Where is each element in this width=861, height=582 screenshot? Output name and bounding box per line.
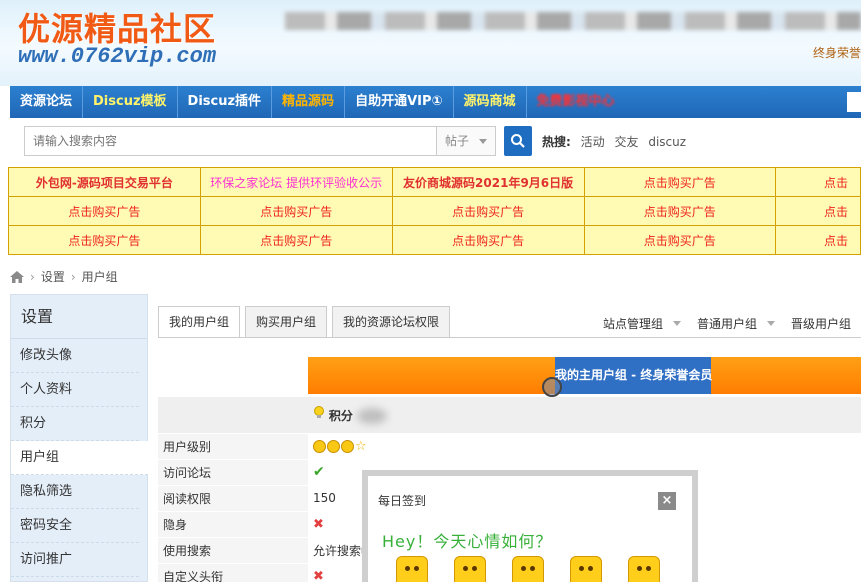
perm-label: 隐身 (158, 511, 308, 538)
sidebar-item-privacy[interactable]: 隐私筛选 (11, 475, 139, 509)
filter-upgrade-group[interactable]: 晋级用户组 (791, 315, 861, 332)
dialog-body: 每日签到 × Hey！今天心情如何？ (368, 476, 692, 582)
tab-my-usergroup[interactable]: 我的用户组 (158, 306, 241, 338)
filter-admin-group[interactable]: 站点管理组 (603, 315, 681, 332)
search-bar: 帖子 热搜: 活动 交友 discuz (10, 118, 861, 166)
dialog-greeting: Hey！今天心情如何？ (382, 532, 553, 551)
dialog-title: 每日签到 (378, 494, 427, 508)
hot-search: 热搜: 活动 交友 discuz (542, 133, 686, 150)
top-banner-blurred (285, 12, 861, 30)
top-right-text: 终身荣誉 (812, 46, 861, 60)
hot-term[interactable]: discuz (648, 135, 686, 149)
perm-label: 阅读权限 (158, 485, 308, 512)
ad-cell[interactable]: 环保之家论坛 提供环评验收公示 (199, 167, 393, 197)
check-icon: ✔ (313, 464, 325, 480)
breadcrumb: › 设置 › 用户组 (10, 268, 118, 285)
hot-search-label: 热搜: (542, 135, 571, 149)
breadcrumb-item: 用户组 (81, 270, 118, 284)
ad-cell[interactable]: 点击购买广告 (583, 196, 777, 226)
mood-angry-icon[interactable] (628, 556, 660, 582)
points-value-blurred (356, 408, 387, 424)
ad-cell[interactable]: 点击购买广告 (8, 196, 201, 226)
nav-item-discuz-plugins[interactable]: Discuz插件 (178, 86, 273, 118)
ad-cell[interactable]: 点击购买广告 (391, 196, 585, 226)
ad-cell[interactable]: 点击购买广告 (8, 225, 201, 255)
mood-excited-icon[interactable] (454, 556, 486, 582)
lightbulb-icon (314, 405, 324, 418)
ad-cell[interactable]: 点击购买广告 (583, 167, 777, 197)
table-header-blank (158, 397, 308, 434)
sidebar-title: 设置 (11, 295, 147, 339)
points-label: 积分 (328, 408, 353, 423)
nav-edge-box (847, 92, 861, 112)
site-logo-url[interactable]: www.0762vip.com (18, 44, 216, 69)
settings-sidebar: 设置 修改头像 个人资料 积分 用户组 隐私筛选 密码安全 访问推广 (10, 294, 148, 582)
ad-cell[interactable]: 外包网-源码项目交易平台 (8, 167, 201, 197)
ad-cell[interactable]: 点击购买广告 (583, 225, 777, 255)
ad-cell[interactable]: 点击购买广告 (199, 196, 393, 226)
sidebar-item-points[interactable]: 积分 (11, 407, 139, 441)
perm-label: 访问论坛 (158, 459, 308, 486)
search-input[interactable] (24, 126, 436, 156)
hot-term[interactable]: 活动 (581, 135, 605, 149)
main-group-label: 我的主用户组 - 终身荣誉会员 (555, 357, 712, 394)
main-nav: 资源论坛 Discuz模板 Discuz插件 精品源码 自助开通VIP① 源码商… (10, 86, 861, 118)
star-icon: ☆ (355, 438, 367, 454)
mood-happy-icon[interactable] (396, 556, 428, 582)
nav-item-discuz-templates[interactable]: Discuz模板 (83, 86, 178, 118)
cross-icon: ✖ (313, 568, 324, 582)
breadcrumb-separator: › (70, 269, 76, 284)
smiley-icon (327, 439, 340, 453)
tab-divider (158, 337, 861, 338)
site-header: 优源精品社区 www.0762vip.com 终身荣誉 (0, 0, 861, 86)
perm-label: 用户级别 (158, 433, 308, 460)
ad-cell[interactable]: 点击购买广告 (391, 225, 585, 255)
tab-forum-permissions[interactable]: 我的资源论坛权限 (332, 306, 451, 338)
ad-cell[interactable]: 点击 (775, 196, 861, 226)
ad-cell[interactable]: 点击 (775, 225, 861, 255)
user-level-icons: ☆ (308, 433, 861, 460)
nav-item-source-shop[interactable]: 源码商城 (454, 86, 527, 118)
tab-buy-usergroup[interactable]: 购买用户组 (245, 306, 328, 338)
mood-sad-icon[interactable] (512, 556, 544, 582)
filter-normal-group[interactable]: 普通用户组 (697, 315, 776, 332)
hot-term[interactable]: 交友 (614, 135, 638, 149)
home-icon[interactable] (10, 270, 24, 283)
main-group-bar: 我的主用户组 - 终身荣誉会员 (308, 357, 861, 394)
ad-cell[interactable]: 点击 (775, 167, 861, 197)
tab-bar: 我的用户组 购买用户组 我的资源论坛权限 (158, 306, 455, 338)
mood-bored-icon[interactable] (570, 556, 602, 582)
nav-item-forum[interactable]: 资源论坛 (10, 86, 84, 118)
daily-signin-dialog: 每日签到 × Hey！今天心情如何？ (362, 470, 698, 582)
perm-label: 使用搜索 (158, 537, 308, 564)
sidebar-item-promotion[interactable]: 访问推广 (11, 543, 139, 577)
sidebar-item-avatar[interactable]: 修改头像 (11, 339, 139, 373)
nav-item-free-movies[interactable]: 免费影视中心 (527, 86, 625, 118)
search-button[interactable] (504, 126, 532, 156)
cursor-drag-handle[interactable] (542, 377, 562, 397)
nav-item-vip[interactable]: 自助开通VIP① (345, 86, 454, 118)
breadcrumb-item[interactable]: 设置 (41, 268, 65, 285)
mood-options (396, 556, 660, 582)
sidebar-item-usergroup[interactable]: 用户组 (11, 441, 148, 475)
smiley-icon (341, 439, 354, 453)
group-filters: 站点管理组 普通用户组 晋级用户组 (579, 315, 861, 332)
nav-item-premium-source[interactable]: 精品源码 (272, 86, 346, 118)
ad-cell[interactable]: 友价商城源码2021年9月6日版 (391, 167, 585, 197)
ad-grid: 外包网-源码项目交易平台 环保之家论坛 提供环评验收公示 友价商城源码2021年… (8, 167, 861, 255)
breadcrumb-separator: › (30, 269, 35, 284)
search-icon (511, 134, 525, 148)
perm-label: 自定义头衔 (158, 563, 308, 582)
smiley-icon (313, 439, 326, 453)
chevron-down-icon (479, 139, 487, 144)
search-type-select[interactable]: 帖子 (436, 126, 496, 156)
points-header: 积分 (308, 397, 861, 434)
ad-cell[interactable]: 点击购买广告 (199, 225, 393, 255)
search-type-label: 帖子 (445, 134, 470, 148)
cross-icon: ✖ (313, 516, 324, 532)
close-button[interactable]: × (658, 492, 676, 510)
sidebar-item-profile[interactable]: 个人资料 (11, 373, 139, 407)
sidebar-item-password[interactable]: 密码安全 (11, 509, 139, 543)
